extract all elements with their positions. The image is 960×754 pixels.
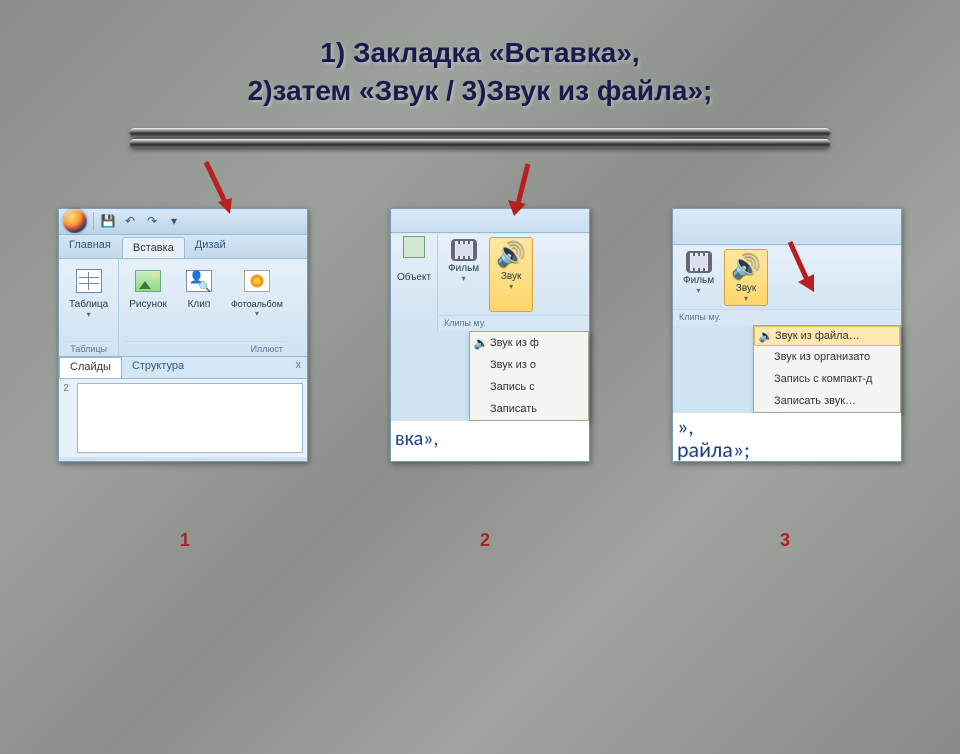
slide-canvas-crop: вка», [391,421,589,461]
speaker-icon: 🔉 [757,329,775,343]
menu-record-cd[interactable]: Запись с [470,376,588,398]
sound-button[interactable]: 🔊 Звук ▾ [724,249,768,306]
speaker-icon: 🔊 [496,240,526,269]
qat-dropdown-icon[interactable]: ▾ [166,213,182,229]
step-numbers: 1 2 3 [0,462,960,551]
dropdown-icon: ▾ [87,310,91,319]
sound-dropdown-menu: 🔉Звук из ф Звук из о Запись с Записать [469,331,589,421]
menu-sound-from-file[interactable]: 🔉Звук из файла… [754,326,900,346]
menu-record-sound[interactable]: Записать звук… [754,390,900,412]
movie-button[interactable]: Фильм ▾ [442,237,485,312]
screenshot-2: Объект Фильм ▾ 🔊 Звук [390,208,590,462]
pane-tab-outline[interactable]: Структура [122,357,194,378]
undo-icon[interactable]: ↶ [122,213,138,229]
step-2: 2 [480,530,490,551]
menu-sound-from-organizer[interactable]: Звук из о [470,354,588,376]
group-label-clips: Клипы му. [438,315,589,331]
group-label-tables: Таблицы [65,341,112,354]
arrow-1-icon [200,158,236,216]
slide-title: 1) Закладка «Вставка», 2)затем «Звук / 3… [0,34,960,110]
object-button[interactable]: Объект [391,234,437,331]
speaker-icon: 🔉 [472,336,490,350]
object-icon [403,236,425,258]
redo-icon[interactable]: ↷ [144,213,160,229]
screenshot-1: 💾 ↶ ↷ ▾ Главная Вставка Дизай Таблица ▾ [58,208,308,462]
film-icon [686,251,712,273]
dropdown-icon: ▾ [744,294,748,303]
slide-thumbnail-pane: 2 [59,379,307,457]
arrow-2-icon [504,160,540,218]
speaker-icon: 🔊 [731,252,761,281]
clip-button[interactable]: Клип [177,263,221,341]
dropdown-icon: ▾ [697,286,701,295]
tab-home[interactable]: Главная [59,235,122,258]
movie-button[interactable]: Фильм ▾ [677,249,720,306]
ribbon-tabs: Главная Вставка Дизай [59,235,307,259]
ribbon-media: Объект Фильм ▾ 🔊 Звук [391,233,589,331]
title-line-2: 2)затем «Звук / 3)Звук из файла»; [248,75,713,106]
pane-tab-slides[interactable]: Слайды [59,357,122,378]
group-label-clips: Клипы му. [673,309,901,325]
table-button[interactable]: Таблица ▾ [65,263,112,341]
picture-icon [135,270,161,292]
arrow-3-icon [784,238,820,296]
ribbon-group-tables: Таблица ▾ Таблицы [59,259,119,356]
clip-icon [186,270,212,292]
tab-insert[interactable]: Вставка [122,237,185,258]
screenshot-3: Фильм ▾ 🔊 Звук ▾ Клипы му. 🔉Звук из файл… [672,208,902,462]
title-line-1: 1) Закладка «Вставка», [320,37,639,68]
step-3: 3 [780,530,790,551]
slide-canvas-crop: »,райла»; [673,413,901,461]
slide-thumbnail[interactable] [77,383,303,453]
film-icon [451,239,477,261]
photoalbum-button[interactable]: Фотоальбом ▾ [227,263,287,341]
panel-titlebar [391,209,589,233]
slide-number: 2 [59,379,73,457]
album-icon [244,270,270,292]
dropdown-icon: ▾ [462,274,466,283]
picture-button[interactable]: Рисунок [125,263,171,341]
table-icon [76,269,102,293]
group-label-illust: Иллюст [125,341,287,354]
menu-record-cd[interactable]: Запись с компакт-д [754,368,900,390]
menu-record-sound[interactable]: Записать [470,398,588,420]
quick-access-toolbar: 💾 ↶ ↷ ▾ [59,209,307,235]
step-1: 1 [180,530,190,551]
ribbon-insert: Таблица ▾ Таблицы Рисунок [59,259,307,357]
ribbon-group-illustrations: Рисунок Клип Фотоальбом ▾ Иллюст [119,259,293,356]
slide-pane-tabs: Слайды Структура x [59,357,307,379]
menu-sound-from-file[interactable]: 🔉Звук из ф [470,332,588,354]
decorative-divider [130,128,830,148]
office-orb-button[interactable] [63,209,87,233]
sound-dropdown-menu: 🔉Звук из файла… Звук из организато Запис… [753,325,901,413]
dropdown-icon: ▾ [509,282,513,291]
dropdown-icon: ▾ [255,309,259,318]
menu-sound-from-organizer[interactable]: Звук из организато [754,346,900,368]
tab-design[interactable]: Дизай [185,235,237,258]
sound-button[interactable]: 🔊 Звук ▾ [489,237,533,312]
pane-close-icon[interactable]: x [290,357,308,378]
save-icon[interactable]: 💾 [100,213,116,229]
